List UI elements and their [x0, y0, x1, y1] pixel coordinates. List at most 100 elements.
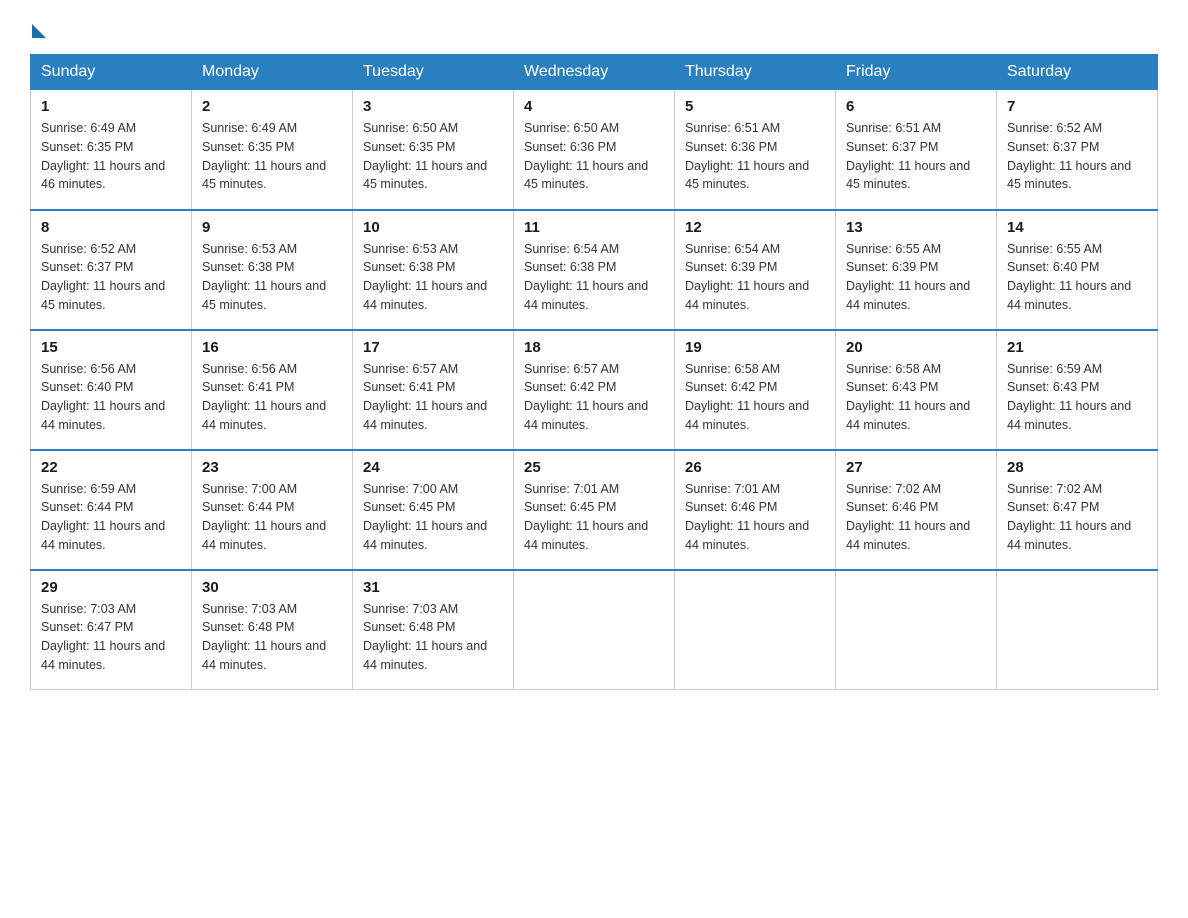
day-number: 20 — [846, 339, 986, 356]
day-info: Sunrise: 6:53 AM Sunset: 6:38 PM Dayligh… — [363, 240, 503, 315]
header-row: SundayMondayTuesdayWednesdayThursdayFrid… — [31, 55, 1158, 90]
calendar-day-cell: 5 Sunrise: 6:51 AM Sunset: 6:36 PM Dayli… — [675, 90, 836, 210]
day-info: Sunrise: 6:51 AM Sunset: 6:37 PM Dayligh… — [846, 119, 986, 194]
calendar-day-cell — [514, 570, 675, 690]
day-number: 31 — [363, 579, 503, 596]
calendar-day-cell: 24 Sunrise: 7:00 AM Sunset: 6:45 PM Dayl… — [353, 450, 514, 570]
day-info: Sunrise: 6:50 AM Sunset: 6:35 PM Dayligh… — [363, 119, 503, 194]
day-info: Sunrise: 7:01 AM Sunset: 6:45 PM Dayligh… — [524, 480, 664, 555]
day-info: Sunrise: 6:56 AM Sunset: 6:41 PM Dayligh… — [202, 360, 342, 435]
day-number: 23 — [202, 459, 342, 476]
header-cell-monday: Monday — [192, 55, 353, 90]
day-number: 9 — [202, 219, 342, 236]
day-info: Sunrise: 6:51 AM Sunset: 6:36 PM Dayligh… — [685, 119, 825, 194]
day-info: Sunrise: 7:01 AM Sunset: 6:46 PM Dayligh… — [685, 480, 825, 555]
calendar-week-row: 15 Sunrise: 6:56 AM Sunset: 6:40 PM Dayl… — [31, 330, 1158, 450]
calendar-day-cell — [675, 570, 836, 690]
day-number: 17 — [363, 339, 503, 356]
calendar-week-row: 22 Sunrise: 6:59 AM Sunset: 6:44 PM Dayl… — [31, 450, 1158, 570]
calendar-day-cell: 23 Sunrise: 7:00 AM Sunset: 6:44 PM Dayl… — [192, 450, 353, 570]
calendar-day-cell: 14 Sunrise: 6:55 AM Sunset: 6:40 PM Dayl… — [997, 210, 1158, 330]
calendar-day-cell: 12 Sunrise: 6:54 AM Sunset: 6:39 PM Dayl… — [675, 210, 836, 330]
day-info: Sunrise: 7:03 AM Sunset: 6:47 PM Dayligh… — [41, 600, 181, 675]
calendar-day-cell: 25 Sunrise: 7:01 AM Sunset: 6:45 PM Dayl… — [514, 450, 675, 570]
page-header — [30, 20, 1158, 34]
calendar-day-cell: 18 Sunrise: 6:57 AM Sunset: 6:42 PM Dayl… — [514, 330, 675, 450]
day-number: 25 — [524, 459, 664, 476]
day-info: Sunrise: 6:49 AM Sunset: 6:35 PM Dayligh… — [41, 119, 181, 194]
day-info: Sunrise: 7:02 AM Sunset: 6:47 PM Dayligh… — [1007, 480, 1147, 555]
calendar-week-row: 8 Sunrise: 6:52 AM Sunset: 6:37 PM Dayli… — [31, 210, 1158, 330]
day-number: 21 — [1007, 339, 1147, 356]
day-info: Sunrise: 6:58 AM Sunset: 6:42 PM Dayligh… — [685, 360, 825, 435]
calendar-day-cell — [997, 570, 1158, 690]
calendar-day-cell: 19 Sunrise: 6:58 AM Sunset: 6:42 PM Dayl… — [675, 330, 836, 450]
day-info: Sunrise: 7:03 AM Sunset: 6:48 PM Dayligh… — [363, 600, 503, 675]
day-info: Sunrise: 6:56 AM Sunset: 6:40 PM Dayligh… — [41, 360, 181, 435]
day-number: 30 — [202, 579, 342, 596]
day-number: 18 — [524, 339, 664, 356]
day-number: 7 — [1007, 98, 1147, 115]
calendar-day-cell: 16 Sunrise: 6:56 AM Sunset: 6:41 PM Dayl… — [192, 330, 353, 450]
calendar-day-cell: 22 Sunrise: 6:59 AM Sunset: 6:44 PM Dayl… — [31, 450, 192, 570]
day-info: Sunrise: 6:50 AM Sunset: 6:36 PM Dayligh… — [524, 119, 664, 194]
calendar-day-cell: 2 Sunrise: 6:49 AM Sunset: 6:35 PM Dayli… — [192, 90, 353, 210]
calendar-day-cell: 9 Sunrise: 6:53 AM Sunset: 6:38 PM Dayli… — [192, 210, 353, 330]
calendar-day-cell: 26 Sunrise: 7:01 AM Sunset: 6:46 PM Dayl… — [675, 450, 836, 570]
day-number: 28 — [1007, 459, 1147, 476]
day-info: Sunrise: 6:55 AM Sunset: 6:40 PM Dayligh… — [1007, 240, 1147, 315]
day-number: 22 — [41, 459, 181, 476]
day-info: Sunrise: 6:57 AM Sunset: 6:42 PM Dayligh… — [524, 360, 664, 435]
header-cell-tuesday: Tuesday — [353, 55, 514, 90]
calendar-header: SundayMondayTuesdayWednesdayThursdayFrid… — [31, 55, 1158, 90]
header-cell-friday: Friday — [836, 55, 997, 90]
day-info: Sunrise: 7:03 AM Sunset: 6:48 PM Dayligh… — [202, 600, 342, 675]
calendar-day-cell: 11 Sunrise: 6:54 AM Sunset: 6:38 PM Dayl… — [514, 210, 675, 330]
calendar-day-cell: 27 Sunrise: 7:02 AM Sunset: 6:46 PM Dayl… — [836, 450, 997, 570]
calendar-table: SundayMondayTuesdayWednesdayThursdayFrid… — [30, 54, 1158, 690]
day-info: Sunrise: 6:58 AM Sunset: 6:43 PM Dayligh… — [846, 360, 986, 435]
header-cell-saturday: Saturday — [997, 55, 1158, 90]
day-number: 15 — [41, 339, 181, 356]
calendar-day-cell: 10 Sunrise: 6:53 AM Sunset: 6:38 PM Dayl… — [353, 210, 514, 330]
day-info: Sunrise: 6:59 AM Sunset: 6:43 PM Dayligh… — [1007, 360, 1147, 435]
calendar-day-cell: 4 Sunrise: 6:50 AM Sunset: 6:36 PM Dayli… — [514, 90, 675, 210]
day-info: Sunrise: 6:57 AM Sunset: 6:41 PM Dayligh… — [363, 360, 503, 435]
day-info: Sunrise: 6:52 AM Sunset: 6:37 PM Dayligh… — [41, 240, 181, 315]
calendar-body: 1 Sunrise: 6:49 AM Sunset: 6:35 PM Dayli… — [31, 90, 1158, 690]
day-number: 8 — [41, 219, 181, 236]
header-cell-sunday: Sunday — [31, 55, 192, 90]
day-number: 10 — [363, 219, 503, 236]
day-number: 3 — [363, 98, 503, 115]
day-info: Sunrise: 6:54 AM Sunset: 6:39 PM Dayligh… — [685, 240, 825, 315]
day-number: 12 — [685, 219, 825, 236]
day-number: 24 — [363, 459, 503, 476]
day-number: 13 — [846, 219, 986, 236]
logo-arrow-icon — [32, 24, 46, 38]
day-number: 11 — [524, 219, 664, 236]
calendar-day-cell: 7 Sunrise: 6:52 AM Sunset: 6:37 PM Dayli… — [997, 90, 1158, 210]
day-number: 2 — [202, 98, 342, 115]
day-info: Sunrise: 7:00 AM Sunset: 6:45 PM Dayligh… — [363, 480, 503, 555]
day-number: 29 — [41, 579, 181, 596]
calendar-day-cell: 31 Sunrise: 7:03 AM Sunset: 6:48 PM Dayl… — [353, 570, 514, 690]
day-number: 5 — [685, 98, 825, 115]
day-info: Sunrise: 6:52 AM Sunset: 6:37 PM Dayligh… — [1007, 119, 1147, 194]
calendar-week-row: 1 Sunrise: 6:49 AM Sunset: 6:35 PM Dayli… — [31, 90, 1158, 210]
header-cell-wednesday: Wednesday — [514, 55, 675, 90]
day-number: 16 — [202, 339, 342, 356]
day-info: Sunrise: 6:59 AM Sunset: 6:44 PM Dayligh… — [41, 480, 181, 555]
logo — [30, 20, 46, 34]
calendar-week-row: 29 Sunrise: 7:03 AM Sunset: 6:47 PM Dayl… — [31, 570, 1158, 690]
calendar-day-cell: 21 Sunrise: 6:59 AM Sunset: 6:43 PM Dayl… — [997, 330, 1158, 450]
calendar-day-cell: 28 Sunrise: 7:02 AM Sunset: 6:47 PM Dayl… — [997, 450, 1158, 570]
calendar-day-cell: 17 Sunrise: 6:57 AM Sunset: 6:41 PM Dayl… — [353, 330, 514, 450]
day-number: 19 — [685, 339, 825, 356]
day-info: Sunrise: 7:02 AM Sunset: 6:46 PM Dayligh… — [846, 480, 986, 555]
calendar-day-cell: 15 Sunrise: 6:56 AM Sunset: 6:40 PM Dayl… — [31, 330, 192, 450]
day-info: Sunrise: 6:53 AM Sunset: 6:38 PM Dayligh… — [202, 240, 342, 315]
day-info: Sunrise: 6:54 AM Sunset: 6:38 PM Dayligh… — [524, 240, 664, 315]
day-number: 26 — [685, 459, 825, 476]
calendar-day-cell: 30 Sunrise: 7:03 AM Sunset: 6:48 PM Dayl… — [192, 570, 353, 690]
calendar-day-cell: 3 Sunrise: 6:50 AM Sunset: 6:35 PM Dayli… — [353, 90, 514, 210]
